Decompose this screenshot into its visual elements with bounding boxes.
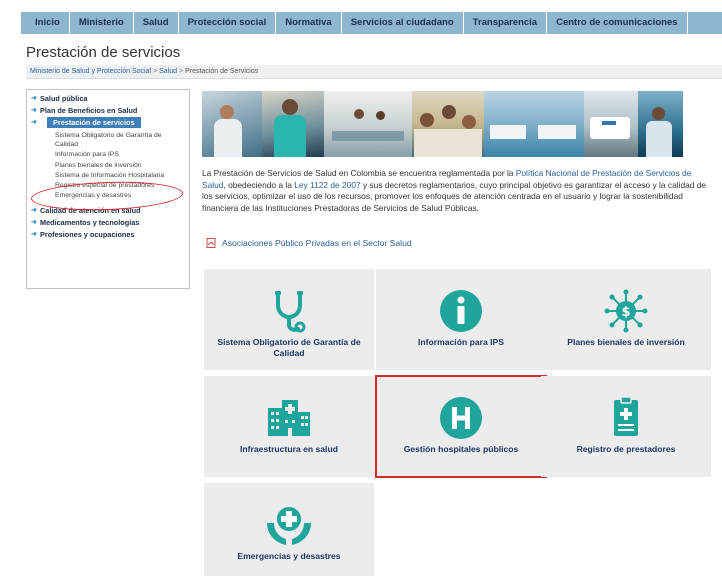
- banner-photo-children: [412, 91, 484, 157]
- arrow-icon: ➜: [31, 118, 37, 126]
- arrow-icon: ➜: [31, 231, 37, 239]
- asociaciones-publico-privadas-link[interactable]: Asociaciones Público Privadas en el Sect…: [206, 238, 412, 248]
- nav-item-ministerio[interactable]: Ministerio: [70, 12, 134, 34]
- sidebar-item-label: Plan de Beneficios en Salud: [40, 106, 138, 115]
- sidebar-item-medicamentos[interactable]: ➜ Medicamentos y tecnologías: [31, 217, 185, 229]
- buildings-icon: [268, 400, 310, 436]
- stethoscope-icon: [275, 291, 306, 333]
- intro-text-1: La Prestación de Servicios de Salud en C…: [202, 168, 516, 178]
- tile-emergencias-desastres[interactable]: Emergencias y desastres: [204, 483, 374, 576]
- banner-photo-nurses: [202, 91, 262, 157]
- sidebar-subitem-planes-bienales[interactable]: Planes bienales de inversión: [55, 161, 167, 170]
- nav-item-proteccion-social[interactable]: Protección social: [179, 12, 277, 34]
- tile-label: Información para IPS: [418, 337, 504, 347]
- tile-registro-prestadores[interactable]: Registro de prestadores: [541, 376, 711, 477]
- svg-text:$: $: [621, 305, 630, 320]
- banner-photo-reception: [324, 91, 412, 157]
- arrow-icon: ➜: [31, 107, 37, 114]
- nav-item-servicios-ciudadano[interactable]: Servicios al ciudadano: [342, 12, 464, 34]
- breadcrumb-item-current: Prestación de Servicios: [185, 68, 259, 75]
- pdf-icon: [206, 238, 216, 248]
- top-navigation: Inicio Ministerio Salud Protección socia…: [0, 0, 722, 40]
- tile-label: Sistema Obligatorio de Garantía de Calid…: [217, 337, 361, 358]
- sidebar-subitem-sogc[interactable]: Sistema Obligatorio de Garantía de Calid…: [55, 131, 167, 149]
- page-title: Prestación de servicios: [26, 44, 181, 61]
- tile-sistema-obligatorio-garantia-calidad[interactable]: Sistema Obligatorio de Garantía de Calid…: [204, 269, 374, 370]
- breadcrumb-separator: >: [153, 68, 158, 75]
- arrow-icon: ➜: [31, 95, 37, 102]
- banner-photo-operator: [638, 91, 683, 157]
- top-nav-bar: Inicio Ministerio Salud Protección socia…: [21, 12, 722, 34]
- tile-informacion-ips[interactable]: Información para IPS: [376, 269, 546, 370]
- breadcrumb: Ministerio de Salud y Protección Social >…: [26, 65, 722, 79]
- sidebar-item-profesiones[interactable]: ➜ Profesiones y ocupaciones: [31, 229, 185, 241]
- breadcrumb-item-ministerio[interactable]: Ministerio de Salud y Protección Social: [30, 68, 151, 75]
- tile-label: Emergencias y desastres: [237, 551, 341, 561]
- sidebar-menu: ➜ Salud pública ➜ Plan de Beneficios en Sa…: [26, 89, 190, 289]
- arrow-icon: ➜: [31, 219, 37, 227]
- sidebar-item-active-label: Prestación de servicios: [47, 117, 141, 128]
- sidebar-item-label: Profesiones y ocupaciones: [40, 230, 135, 240]
- sidebar-item-salud-publica[interactable]: ➜ Salud pública: [31, 93, 185, 105]
- link-ley-1122[interactable]: Ley 1122 de 2007: [294, 180, 360, 190]
- banner-photo-doctor: [262, 91, 324, 157]
- nav-item-salud[interactable]: Salud: [134, 12, 179, 34]
- sidebar-subitem-sistema-informacion-hospitalaria[interactable]: Sistema de Información Hospitalaria: [55, 171, 167, 180]
- hospital-h-icon: [440, 397, 482, 439]
- clipboard-icon: [614, 396, 638, 436]
- tile-label: Infraestructura en salud: [240, 444, 338, 454]
- tile-label: Planes bienales de inversión: [567, 337, 685, 347]
- banner-photo-collage: [202, 91, 683, 157]
- sidebar-item-label: Medicamentos y tecnologías: [40, 218, 140, 228]
- tile-planes-bienales-inversion[interactable]: $ Planes bienales de inversión: [541, 269, 711, 370]
- tile-label: Gestión hospitales públicos: [403, 444, 519, 454]
- hands-cross-icon: [267, 507, 311, 545]
- nav-item-inicio[interactable]: Inicio: [21, 12, 70, 34]
- breadcrumb-separator: >: [179, 68, 184, 75]
- intro-paragraph: La Prestación de Servicios de Salud en C…: [202, 168, 714, 214]
- nav-item-centro-comunicaciones[interactable]: Centro de comunicaciones: [547, 12, 688, 34]
- asociaciones-link-label: Asociaciones Público Privadas en el Sect…: [222, 238, 412, 248]
- banner-photo-ambulance: [584, 91, 638, 157]
- info-icon: [440, 290, 482, 332]
- breadcrumb-item-salud[interactable]: Salud: [159, 68, 177, 75]
- sidebar-item-prestacion-servicios[interactable]: ➜ Prestación de servicios: [31, 117, 185, 128]
- nav-item-transparencia[interactable]: Transparencia: [464, 12, 548, 34]
- money-network-icon: $: [604, 289, 648, 333]
- sidebar-item-plan-beneficios[interactable]: ➜ Plan de Beneficios en Salud: [31, 105, 185, 117]
- arrow-icon: ➜: [31, 207, 37, 215]
- tile-gestion-hospitales-publicos[interactable]: Gestión hospitales públicos: [375, 375, 547, 478]
- sidebar-item-label: Salud pública: [40, 94, 88, 103]
- tile-infraestructura-salud[interactable]: Infraestructura en salud: [204, 376, 374, 477]
- nav-item-normativa[interactable]: Normativa: [276, 12, 342, 34]
- intro-text-2: , obedeciendo a la: [223, 179, 295, 190]
- tile-label: Registro de prestadores: [576, 444, 676, 454]
- banner-photo-hospital-beds: [484, 91, 584, 157]
- sidebar-subitem-informacion-ips[interactable]: Información para IPS: [55, 150, 167, 159]
